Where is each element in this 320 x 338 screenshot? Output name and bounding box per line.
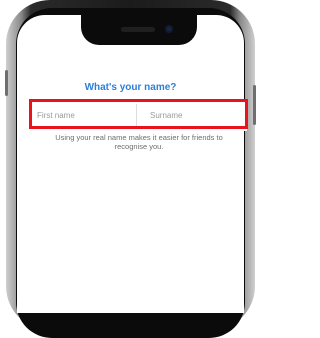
page-title: What's your name? bbox=[84, 82, 177, 93]
earpiece-speaker-icon bbox=[121, 27, 155, 32]
field-divider bbox=[136, 104, 137, 127]
hint-text: Using your real name makes it easier for… bbox=[55, 133, 223, 151]
name-fields-row bbox=[33, 100, 247, 131]
front-camera-icon bbox=[165, 25, 173, 33]
first-name-input[interactable] bbox=[35, 104, 134, 126]
notch bbox=[81, 15, 197, 45]
surname-input[interactable] bbox=[148, 104, 247, 126]
phone-screen bbox=[17, 15, 244, 313]
